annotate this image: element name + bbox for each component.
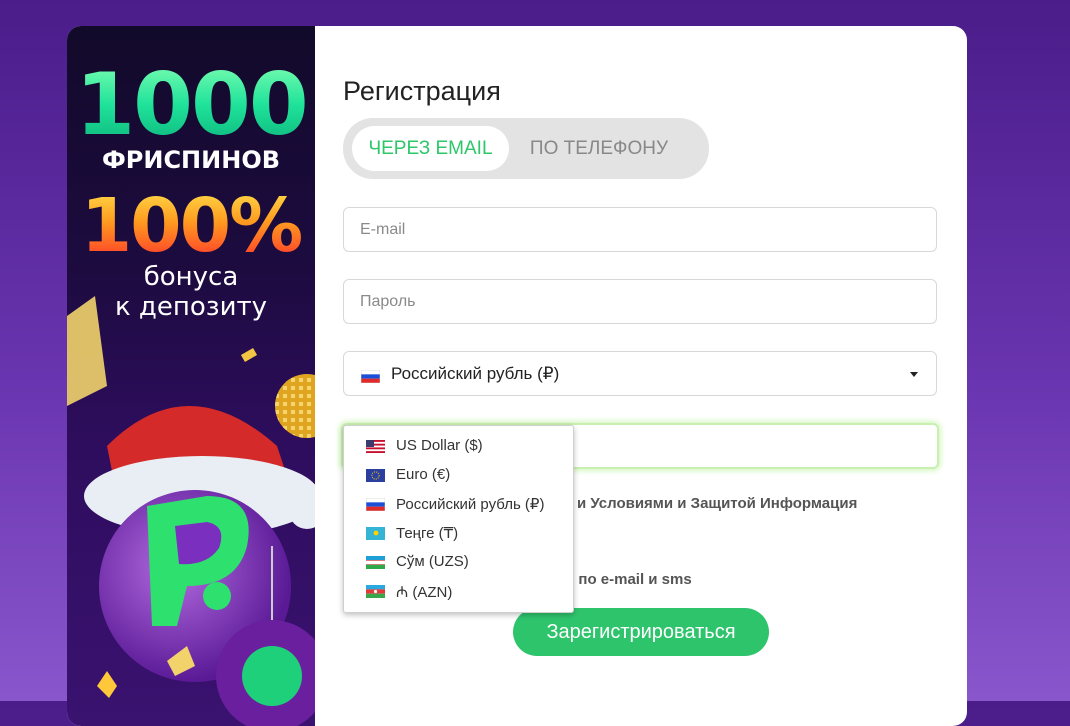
currency-option-label: Сўм (UZS) xyxy=(396,553,469,570)
currency-select[interactable]: Российский рубль (₽) xyxy=(343,351,937,396)
currency-option-kzt[interactable]: Теңге (₸) xyxy=(344,519,573,548)
uz-flag-icon xyxy=(366,556,385,569)
promo-bonus-label: бонуса к депозиту xyxy=(67,262,315,322)
currency-dropdown: US Dollar ($) Euro (€) Российский рубль … xyxy=(343,425,574,613)
promo-freespins-label: ФРИСПИНОВ xyxy=(101,146,281,174)
ru-flag-icon xyxy=(361,370,380,383)
registration-card: 1000 ФРИСПИНОВ 100% бонуса к депозиту Ре… xyxy=(67,26,967,726)
currency-option-rub[interactable]: Российский рубль (₽) xyxy=(344,490,573,519)
promo-bonus-line1: бонуса xyxy=(143,262,239,292)
promo-bonus-line2: к депозиту xyxy=(114,292,268,322)
currency-option-azn[interactable]: ₼ (AZN) xyxy=(344,577,573,606)
promo-bonus-percent: 100% xyxy=(67,186,315,266)
registration-method-tabs: ЧЕРЕЗ EMAIL ПО ТЕЛЕФОНУ xyxy=(343,118,709,179)
register-button[interactable]: Зарегистрироваться xyxy=(513,608,769,656)
tab-email[interactable]: ЧЕРЕЗ EMAIL xyxy=(352,126,509,171)
tab-phone[interactable]: ПО ТЕЛЕФОНУ xyxy=(519,126,679,171)
currency-option-label: US Dollar ($) xyxy=(396,437,483,454)
kz-flag-icon xyxy=(366,527,385,540)
eu-flag-icon xyxy=(366,469,385,482)
spam-text: и по e-mail и sms xyxy=(565,571,692,588)
currency-option-label: Euro (€) xyxy=(396,466,451,483)
email-field[interactable]: E-mail xyxy=(343,207,937,252)
currency-option-label: Российский рубль (₽) xyxy=(396,496,545,513)
currency-option-usd[interactable]: US Dollar ($) xyxy=(344,432,573,461)
currency-option-uzs[interactable]: Сўм (UZS) xyxy=(344,548,573,577)
currency-option-label: ₼ (AZN) xyxy=(396,584,453,601)
ru-flag-icon xyxy=(366,498,385,511)
promo-banner: 1000 ФРИСПИНОВ 100% бонуса к депозиту xyxy=(67,26,315,726)
us-flag-icon xyxy=(366,440,385,453)
password-field[interactable]: Пароль xyxy=(343,279,937,324)
promo-freespins-count: 1000 xyxy=(67,60,315,150)
currency-option-eur[interactable]: Euro (€) xyxy=(344,461,573,490)
currency-option-label: Теңге (₸) xyxy=(396,525,459,542)
currency-select-value: Российский рубль (₽) xyxy=(391,364,560,383)
agree-text: и Условиями и Защитой Информация xyxy=(577,495,858,512)
az-flag-icon xyxy=(366,585,385,598)
page-title: Регистрация xyxy=(343,76,501,106)
chevron-down-icon xyxy=(910,372,918,377)
